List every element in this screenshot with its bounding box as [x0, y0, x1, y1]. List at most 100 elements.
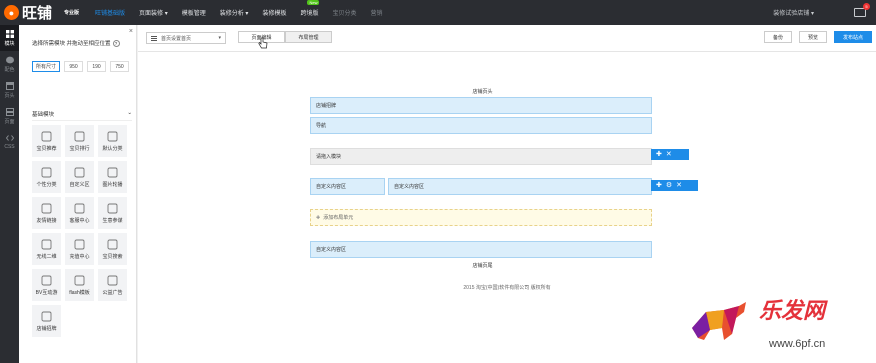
leftbar-label: 页头: [4, 92, 15, 99]
nav-module[interactable]: 导航: [310, 117, 652, 134]
chevron-down-icon: ▾: [245, 11, 249, 17]
add-layout-unit[interactable]: ✚ 添加布局单元: [310, 209, 652, 226]
module-tile[interactable]: 客服中心: [65, 197, 94, 229]
heart-icon: [107, 275, 118, 286]
leftbar-label: 配色: [4, 66, 15, 73]
page-select-value: 首页设置首页: [161, 35, 192, 42]
module-tile-label: 客服中心: [69, 217, 90, 224]
module-tile[interactable]: 宝贝推荐: [32, 125, 61, 157]
module-tile-label: 充值中心: [69, 253, 90, 260]
module-tile-label: 个性分类: [36, 181, 57, 188]
module-tile[interactable]: 默认分类: [98, 125, 127, 157]
cat-icon: [41, 167, 52, 178]
module-tile[interactable]: 宝贝排行: [65, 125, 94, 157]
module-tile[interactable]: 个性分类: [32, 161, 61, 193]
module-tile[interactable]: 宝贝搜索: [98, 233, 127, 265]
module-tile-label: flash模板: [69, 289, 90, 296]
chevron-down-icon: ▾: [218, 35, 221, 41]
module-tile[interactable]: BV互动游: [32, 269, 61, 301]
module-tile[interactable]: 自定义区: [65, 161, 94, 193]
leftbar-label: 页面: [4, 118, 15, 125]
gear-icon[interactable]: ⚙: [666, 182, 672, 189]
module-tile[interactable]: 友情链接: [32, 197, 61, 229]
section-basic-modules[interactable]: 基础模块 ⌄: [32, 110, 132, 121]
topnav-item-page-decor[interactable]: 页面装修 ▾: [139, 8, 168, 17]
help-icon[interactable]: ?: [112, 40, 120, 47]
topnav-item-analysis[interactable]: 装修分析 ▾: [220, 8, 249, 17]
module-tile[interactable]: 店铺招牌: [32, 305, 61, 337]
header-caption: 店铺页头: [472, 89, 493, 95]
top-right: 装修试验店铺 ▾ 5: [773, 0, 870, 25]
module-tile[interactable]: 无线二维: [32, 233, 61, 265]
module-tile-label: 宝贝搜索: [102, 253, 123, 260]
shop-selector[interactable]: 装修试验店铺 ▾: [773, 8, 814, 17]
list-icon: [107, 131, 118, 142]
module-grid: 宝贝推荐 宝贝排行 默认分类个性分类 自定义区 图片轮播友情链接 客服中心 生意参谋无线二维…: [32, 125, 137, 341]
add-icon[interactable]: ✚: [656, 151, 662, 158]
brand-logo[interactable]: ● 旺铺 专业版: [4, 3, 79, 22]
toolbar-actions: 备份 预览 发布站点: [757, 31, 872, 43]
leftbar-item-page[interactable]: 页面: [0, 103, 19, 129]
topnav-label: 装修分析: [219, 11, 244, 17]
tab-layout-mgmt[interactable]: 布局管理: [285, 31, 332, 43]
topnav-item-crossborder[interactable]: New 跨境版: [300, 0, 320, 17]
topnav-item-template-mgmt[interactable]: 模板管理: [182, 8, 206, 17]
mail-icon[interactable]: 5: [854, 3, 870, 17]
width-option-190[interactable]: 190: [87, 61, 106, 72]
module-tile-label: 自定义区: [69, 181, 90, 188]
rank-icon: [74, 131, 85, 142]
leftbar-item-header[interactable]: 页头: [0, 77, 19, 103]
topnav-item-templates[interactable]: 装修模板: [262, 8, 286, 17]
width-option-950[interactable]: 950: [64, 61, 83, 72]
custom-area-bottom[interactable]: 自定义内容区: [310, 241, 652, 258]
mode-tabs: 页面编辑 布局管理: [238, 31, 332, 43]
insert-module-slot[interactable]: 请拖入模块: [310, 148, 652, 165]
footer-caption: 店铺页尾: [472, 263, 493, 269]
leftbar-item-modules[interactable]: 模块: [0, 25, 19, 51]
module-tile-label: 默认分类: [102, 145, 123, 152]
panel-hint: 选择所需模块 并拖动至相应位置?: [32, 39, 120, 47]
module-tile[interactable]: 图片轮播: [98, 161, 127, 193]
module-tile[interactable]: 充值中心: [65, 233, 94, 265]
publish-button[interactable]: 发布站点: [833, 31, 872, 43]
add-layout-label: 添加布局单元: [323, 215, 354, 221]
module-tile-label: 友情链接: [36, 217, 57, 224]
image-icon: [107, 167, 118, 178]
link-icon: [41, 203, 52, 214]
module-tile[interactable]: 公益广告: [98, 269, 127, 301]
topnav-item-category[interactable]: 宝贝分类: [332, 8, 356, 17]
width-option-all[interactable]: 所有尺寸: [32, 61, 60, 72]
custom-area-left[interactable]: 自定义内容区: [310, 178, 385, 195]
search-icon: [107, 239, 118, 250]
topnav-item-marketing[interactable]: 营销: [370, 8, 382, 17]
page-select[interactable]: 首页设置首页 ▾: [146, 32, 226, 44]
brand-name: 旺铺: [22, 4, 53, 22]
palette-icon: [5, 56, 14, 64]
delete-icon[interactable]: ✕: [666, 151, 672, 158]
width-filter: 所有尺寸 950 190 750: [32, 61, 133, 72]
module-tile[interactable]: flash模板: [65, 269, 94, 301]
leftbar-item-colors[interactable]: 配色: [0, 51, 19, 77]
preview-button[interactable]: 预览: [798, 31, 827, 43]
module-tile-label: 店铺招牌: [36, 325, 57, 332]
mail-count-badge: 5: [863, 3, 870, 10]
module-tile-label: 宝贝排行: [69, 145, 90, 152]
chevron-down-icon: ▾: [810, 11, 814, 17]
module-tile-label: 宝贝推荐: [36, 145, 57, 152]
watermark-url: www.6pf.cn: [769, 338, 826, 350]
add-icon[interactable]: ✚: [656, 182, 662, 189]
grid-icon: [5, 29, 14, 38]
topnav-item-basic[interactable]: 旺铺基础版: [95, 8, 125, 17]
leftbar-item-css[interactable]: CSS: [0, 129, 19, 155]
delete-icon[interactable]: ✕: [676, 182, 682, 189]
module-tile[interactable]: 生意参谋: [98, 197, 127, 229]
leftbar-label: CSS: [4, 144, 15, 150]
custom-area-right[interactable]: 自定义内容区: [388, 178, 652, 195]
page-icon: [5, 107, 14, 116]
topnav-label: 页面装修: [139, 11, 164, 17]
top-nav: 旺铺基础版 页面装修 ▾ 模板管理 装修分析 ▾ 装修模板 New 跨境版 宝贝分…: [95, 0, 397, 25]
shop-sign-module[interactable]: 店铺招牌: [310, 97, 652, 114]
close-icon[interactable]: ×: [129, 28, 133, 35]
width-option-750[interactable]: 750: [110, 61, 129, 72]
backup-button[interactable]: 备份: [763, 31, 792, 43]
